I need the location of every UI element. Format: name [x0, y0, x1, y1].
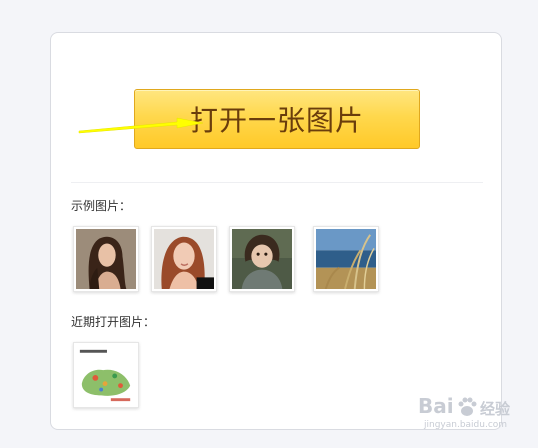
- image-open-panel: 打开一张图片 示例图片： 近期打开图片：: [50, 32, 502, 430]
- recent-image-thumb[interactable]: [73, 342, 139, 408]
- section-divider: [71, 182, 483, 183]
- watermark-suffix: 经验: [480, 400, 511, 418]
- recent-images-label: 近期打开图片：: [71, 315, 156, 329]
- sample-image-thumb[interactable]: [73, 226, 139, 292]
- sample-images-label: 示例图片：: [71, 199, 132, 213]
- annotation-arrow-icon: [78, 117, 204, 134]
- baidu-jingyan-watermark: Bai 经验 jingyan.baidu.com: [418, 392, 534, 432]
- watermark-url: jingyan.baidu.com: [424, 420, 508, 430]
- sample-image-thumb[interactable]: [151, 226, 217, 292]
- sample-image-thumb[interactable]: [229, 226, 295, 292]
- paw-icon: [458, 397, 477, 416]
- sample-image-thumb[interactable]: [313, 226, 379, 292]
- watermark-brand: Bai: [418, 394, 454, 418]
